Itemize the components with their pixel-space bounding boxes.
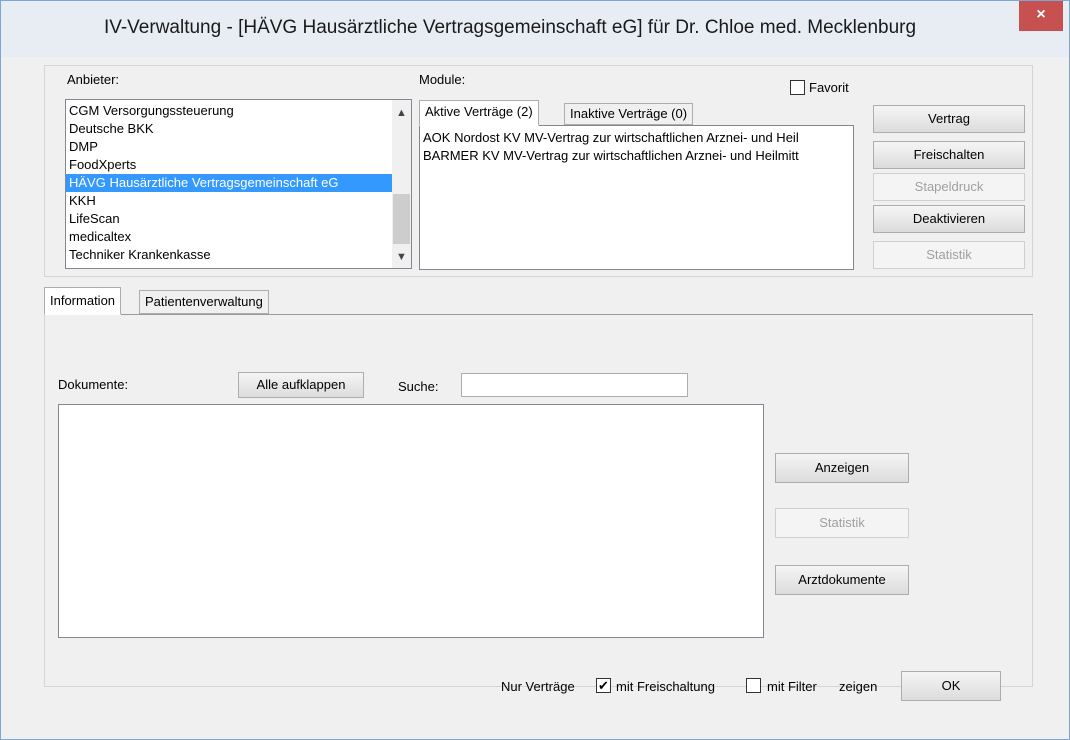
- list-item[interactable]: LifeScan: [66, 210, 392, 228]
- anbieter-list[interactable]: CGM Versorgungssteuerung Deutsche BKK DMP F…: [65, 99, 412, 269]
- tab-patientenverwaltung[interactable]: Patientenverwaltung: [139, 290, 269, 314]
- title-bar[interactable]: IV-Verwaltung - [HÄVG Hausärztliche Vert…: [1, 1, 1069, 57]
- tab-inaktive-vertraege[interactable]: Inaktive Verträge (0): [564, 103, 694, 125]
- deaktivieren-button[interactable]: Deaktivieren: [873, 205, 1025, 233]
- close-icon: ×: [1036, 6, 1046, 23]
- list-item[interactable]: Techniker Krankenkasse: [66, 246, 392, 264]
- mit-filter-checkbox[interactable]: [746, 678, 761, 693]
- mit-freischaltung-checkbox[interactable]: ✔: [596, 678, 611, 693]
- arztdokumente-button[interactable]: Arztdokumente: [775, 565, 909, 595]
- window-title: IV-Verwaltung - [HÄVG Hausärztliche Vert…: [103, 17, 917, 38]
- list-item[interactable]: KKH: [66, 192, 392, 210]
- list-item[interactable]: Deutsche BKK: [66, 120, 392, 138]
- alle-aufklappen-button[interactable]: Alle aufklappen: [238, 372, 364, 398]
- contract-item[interactable]: AOK Nordost KV MV-Vertrag zur wirtschaft…: [420, 129, 853, 147]
- mit-freischaltung-label: mit Freischaltung: [616, 679, 715, 694]
- close-button[interactable]: ×: [1019, 1, 1063, 31]
- zeigen-label: zeigen: [839, 679, 878, 694]
- contracts-list[interactable]: AOK Nordost KV MV-Vertrag zur wirtschaft…: [419, 125, 854, 270]
- anbieter-scrollbar[interactable]: ▲ ▼: [392, 100, 411, 268]
- anbieter-label: Anbieter:: [67, 72, 120, 87]
- favorit-checkbox[interactable]: [790, 80, 805, 95]
- tab-aktive-vertraege[interactable]: Aktive Verträge (2): [419, 100, 539, 126]
- stapeldruck-button[interactable]: Stapeldruck: [873, 173, 1025, 201]
- scroll-up-icon[interactable]: ▲: [392, 104, 411, 122]
- statistik-button-top[interactable]: Statistik: [873, 241, 1025, 269]
- contract-item[interactable]: BARMER KV MV-Vertrag zur wirtschaftliche…: [420, 147, 853, 165]
- nur-vertraege-label: Nur Verträge: [501, 679, 575, 694]
- scroll-down-icon[interactable]: ▼: [392, 248, 411, 266]
- scroll-thumb[interactable]: [393, 194, 410, 244]
- checkmark-icon: ✔: [598, 678, 609, 693]
- module-label: Module:: [419, 72, 466, 87]
- freischalten-button[interactable]: Freischalten: [873, 141, 1025, 169]
- vertrag-button[interactable]: Vertrag: [873, 105, 1025, 133]
- main-window: IV-Verwaltung - [HÄVG Hausärztliche Vert…: [0, 0, 1070, 740]
- ok-button[interactable]: OK: [901, 671, 1001, 701]
- suche-label: Suche:: [398, 379, 439, 394]
- anzeigen-button[interactable]: Anzeigen: [775, 453, 909, 483]
- favorit-label: Favorit: [809, 80, 849, 95]
- list-item[interactable]: CGM Versorgungssteuerung: [66, 102, 392, 120]
- list-item[interactable]: DMP: [66, 138, 392, 156]
- mit-filter-label: mit Filter: [767, 679, 817, 694]
- dokumente-label: Dokumente:: [58, 377, 129, 392]
- list-item[interactable]: medicaltex: [66, 228, 392, 246]
- search-input[interactable]: [461, 373, 688, 397]
- tab-information[interactable]: Information: [44, 287, 122, 315]
- list-item[interactable]: FoodXperts: [66, 156, 392, 174]
- client-area: Anbieter: CGM Versorgungssteuerung Deutsc…: [1, 57, 1069, 740]
- documents-tree[interactable]: [58, 404, 764, 638]
- list-item[interactable]: HÄVG Hausärztliche Vertragsgemeinschaft …: [66, 174, 392, 192]
- statistik-button-docs[interactable]: Statistik: [775, 508, 909, 538]
